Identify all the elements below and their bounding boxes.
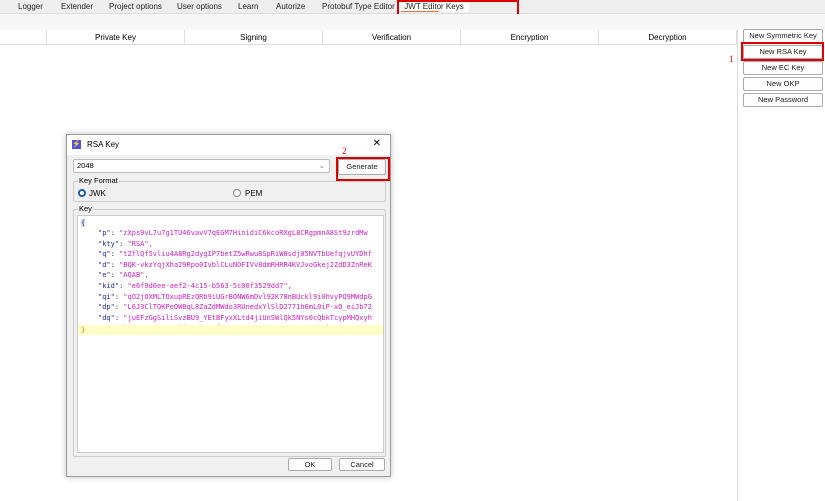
new-symmetric-key-button[interactable]: New Symmetric Key: [743, 29, 823, 43]
json-field-line: "kty": "RSA",: [98, 239, 153, 248]
json-key: "p": [98, 229, 111, 237]
tab-logger[interactable]: Logger: [18, 2, 43, 11]
ok-button[interactable]: OK: [288, 458, 332, 471]
column-header-private-key[interactable]: Private Key: [47, 30, 185, 45]
json-field-line: "kid": "e6f9d6ee-aef2-4c15-b563-5c00f352…: [98, 282, 292, 290]
jwk-label[interactable]: JWK: [89, 189, 106, 198]
json-key: "qi": [98, 292, 115, 301]
close-icon[interactable]: ✕: [373, 138, 381, 149]
rsa-key-dialog: ⚡ RSA Key ✕ 2048 ⌄ Generate 2 Key Format …: [66, 134, 391, 477]
json-key: "kty": [98, 239, 120, 248]
key-format-group: Key Format JWK PEM: [73, 176, 386, 202]
json-value: "juEFzGgSiliSvzBU9_YEtBFyxXLtd4jiUnSWlQk…: [123, 313, 372, 322]
json-key: "d": [98, 260, 111, 269]
column-header-decryption[interactable]: Decryption: [599, 30, 737, 45]
json-field-line: "p": "zXps9vL7u7g1TU46vavV7qEGM7HinidiC6…: [98, 229, 368, 237]
json-value: "e6f9d6ee-aef2-4c15-b563-5c00f3529dd7",: [127, 282, 292, 290]
json-value: "AQAB",: [119, 271, 149, 280]
new-ec-key-button[interactable]: New EC Key: [743, 61, 823, 75]
tab-autorize[interactable]: Autorize: [276, 2, 305, 11]
json-field-line: "e": "AQAB",: [98, 271, 149, 280]
json-value: "tZflQf5vliu4A8Rg2dygIP7betZ5wRwu8SpRiW8…: [119, 250, 372, 259]
app-icon: ⚡: [72, 140, 81, 149]
new-okp-button[interactable]: New OKP: [743, 77, 823, 91]
tab-project-options[interactable]: Project options: [109, 2, 162, 11]
json-field-line: "dp": "L6J3ClTQKPeOW8qL8ZaZdMWdo3RUnedxY…: [98, 303, 372, 312]
highlight-box-generate: [336, 157, 390, 181]
json-key: "e": [98, 271, 111, 280]
json-value: "BQK-vkzYqjXha29Rpo0IvblCLuNOFIVv8dmRHRR…: [119, 260, 372, 269]
json-open-brace: {: [81, 219, 86, 227]
toolbar-strip: [0, 14, 825, 30]
json-value: "L6J3ClTQKPeOW8qL8ZaZdMWdo3RUnedxYlSlD27…: [123, 303, 372, 312]
cancel-button[interactable]: Cancel: [339, 458, 385, 471]
pem-radio[interactable]: [233, 189, 241, 197]
json-key: "dp": [98, 303, 115, 312]
key-size-select[interactable]: 2048 ⌄: [73, 159, 330, 173]
tab-user-options[interactable]: User options: [177, 2, 222, 11]
json-close-line: }: [78, 325, 383, 335]
key-size-value: 2048: [77, 161, 94, 170]
json-close-brace: }: [81, 326, 86, 334]
highlight-box-rsa: [741, 42, 824, 61]
annotation-2: 2: [342, 146, 347, 156]
key-label: Key: [78, 204, 93, 213]
column-header-encryption[interactable]: Encryption: [461, 30, 599, 45]
key-format-label: Key Format: [78, 176, 119, 185]
json-key: "kid": [98, 282, 120, 290]
json-value: "RSA",: [127, 239, 153, 248]
pem-label[interactable]: PEM: [245, 189, 262, 198]
column-header-signing[interactable]: Signing: [185, 30, 323, 45]
json-key: "dq": [98, 313, 115, 322]
json-field-line: "dq": "juEFzGgSiliSvzBU9_YEtBFyxXLtd4jiU…: [98, 313, 372, 322]
column-header-blank[interactable]: [0, 30, 47, 45]
json-field-line: "q": "tZflQf5vliu4A8Rg2dygIP7betZ5wRwu8S…: [98, 250, 372, 259]
json-value: "qO2jOXMLTOxupREzQRb9iUGrBONW6mDvl92K78n…: [123, 292, 372, 301]
json-key: "q": [98, 250, 111, 259]
tab-learn[interactable]: Learn: [238, 2, 258, 11]
chevron-down-icon: ⌄: [318, 161, 325, 170]
json-field-line: "qi": "qO2jOXMLTOxupREzQRb9iUGrBONW6mDvl…: [98, 292, 372, 301]
annotation-1: 1: [729, 54, 734, 64]
json-field-line: "d": "BQK-vkzYqjXha29Rpo0IvblCLuNOFIVv8d…: [98, 260, 372, 269]
column-header-verification[interactable]: Verification: [323, 30, 461, 45]
json-value: "zXps9vL7u7g1TU46vavV7qEGM7HinidiC6kcoRX…: [119, 229, 368, 237]
jwk-radio[interactable]: [78, 189, 86, 197]
key-json-editor[interactable]: { "p": "zXps9vL7u7g1TU46vavV7qEGM7Hinidi…: [77, 215, 384, 453]
tab-protobuf-type-editor[interactable]: Protobuf Type Editor: [322, 2, 395, 11]
dialog-title: RSA Key: [87, 140, 120, 149]
tab-extender[interactable]: Extender: [61, 2, 93, 11]
new-password-button[interactable]: New Password: [743, 93, 823, 107]
